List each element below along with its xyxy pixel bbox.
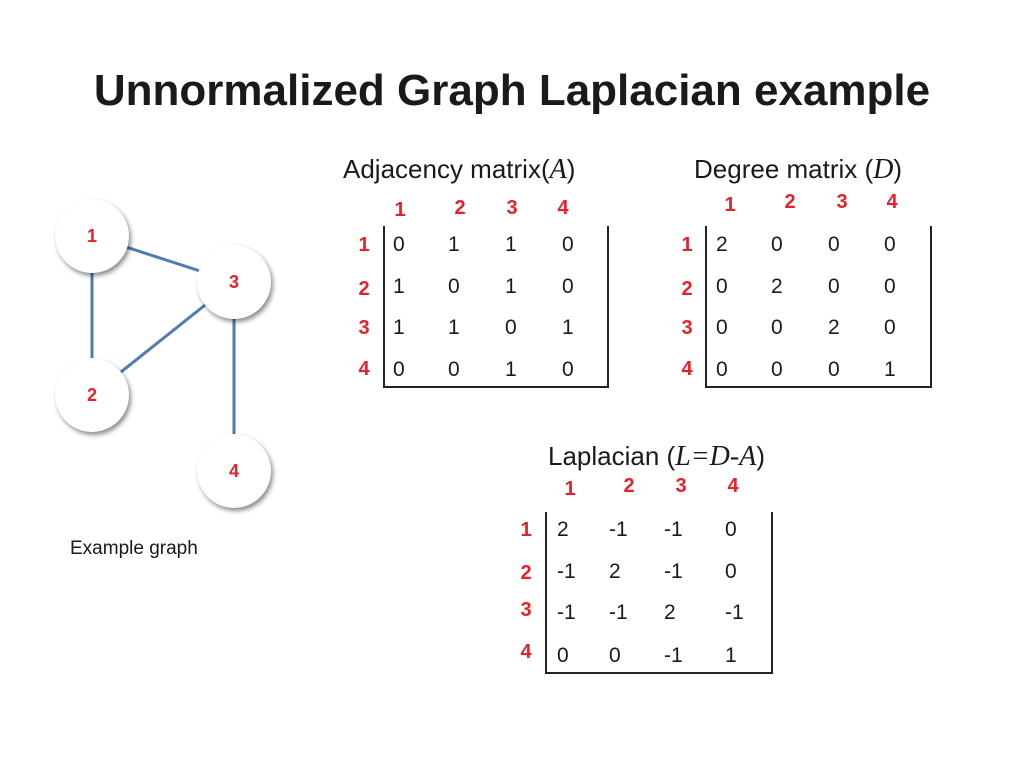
matrix-cell: 0 bbox=[609, 644, 621, 667]
matrix-cell: 2 bbox=[609, 560, 621, 583]
matrix-cell: 0 bbox=[884, 275, 896, 298]
node-label: 2 bbox=[86, 384, 97, 405]
matrix-cell: 0 bbox=[562, 275, 574, 298]
matrix-cell: 0 bbox=[716, 316, 728, 339]
title-suffix: ) bbox=[566, 154, 576, 184]
matrix-cell: 0 bbox=[828, 233, 840, 256]
matrix-cell: 0 bbox=[771, 316, 783, 339]
matrix-cell: 0 bbox=[771, 233, 783, 256]
column-index-label: 3 bbox=[675, 475, 687, 497]
degree-title: Degree matrix (D) bbox=[694, 154, 902, 186]
matrix-cell: 1 bbox=[505, 233, 517, 256]
matrix-cell: 2 bbox=[716, 233, 728, 256]
matrix-cell: 0 bbox=[725, 560, 737, 583]
matrix-cell: -1 bbox=[664, 644, 683, 667]
matrix-cell: -1 bbox=[609, 518, 628, 541]
matrix-cell: 0 bbox=[448, 275, 460, 298]
matrix-cell: 1 bbox=[562, 316, 574, 339]
degree-matrix-frame bbox=[705, 226, 932, 388]
column-index-label: 1 bbox=[724, 194, 736, 216]
matrix-cell: 1 bbox=[884, 358, 896, 381]
title-symbol: D bbox=[873, 154, 894, 185]
column-index-label: 3 bbox=[836, 191, 848, 213]
title-prefix: Degree matrix ( bbox=[694, 154, 874, 184]
matrix-cell: -1 bbox=[609, 601, 628, 624]
graph-node-1: 1 bbox=[55, 199, 129, 273]
column-index-label: 4 bbox=[727, 475, 739, 497]
row-index-label: 3 bbox=[520, 599, 532, 621]
matrix-cell: 1 bbox=[505, 275, 517, 298]
matrix-cell: 2 bbox=[664, 601, 676, 624]
matrix-cell: 0 bbox=[771, 358, 783, 381]
row-index-label: 1 bbox=[358, 234, 370, 256]
node-label: 3 bbox=[228, 271, 239, 292]
column-index-label: 2 bbox=[454, 197, 466, 219]
matrix-cell: 0 bbox=[562, 358, 574, 381]
column-index-label: 2 bbox=[784, 191, 796, 213]
matrix-cell: 0 bbox=[562, 233, 574, 256]
matrix-cell: 0 bbox=[828, 275, 840, 298]
laplacian-matrix-frame bbox=[545, 512, 773, 674]
row-index-label: 2 bbox=[520, 562, 532, 584]
column-index-label: 1 bbox=[564, 478, 576, 500]
row-index-label: 4 bbox=[358, 358, 370, 380]
matrix-cell: 0 bbox=[884, 233, 896, 256]
row-index-label: 2 bbox=[358, 278, 370, 300]
matrix-cell: 0 bbox=[505, 316, 517, 339]
matrix-cell: 1 bbox=[505, 358, 517, 381]
matrix-cell: -1 bbox=[557, 560, 576, 583]
matrix-cell: 0 bbox=[393, 358, 405, 381]
column-index-label: 3 bbox=[506, 197, 518, 219]
row-index-label: 4 bbox=[681, 358, 693, 380]
title-suffix: ) bbox=[756, 441, 765, 471]
node-label: 1 bbox=[86, 225, 97, 246]
matrix-cell: -1 bbox=[725, 601, 744, 624]
row-index-label: 3 bbox=[358, 317, 370, 339]
matrix-cell: 0 bbox=[393, 233, 405, 256]
matrix-cell: 1 bbox=[725, 644, 737, 667]
graph-caption: Example graph bbox=[70, 538, 198, 559]
matrix-cell: 0 bbox=[448, 358, 460, 381]
matrix-cell: 1 bbox=[448, 233, 460, 256]
matrix-cell: 0 bbox=[828, 358, 840, 381]
row-index-label: 1 bbox=[520, 519, 532, 541]
graph-node-3: 3 bbox=[197, 245, 271, 319]
title-symbol: A bbox=[549, 154, 567, 185]
column-index-label: 2 bbox=[623, 475, 635, 497]
node-label: 4 bbox=[228, 460, 239, 481]
matrix-cell: 2 bbox=[771, 275, 783, 298]
title-suffix: ) bbox=[893, 154, 903, 184]
matrix-cell: 0 bbox=[884, 316, 896, 339]
matrix-cell: -1 bbox=[664, 518, 683, 541]
matrix-cell: 1 bbox=[448, 316, 460, 339]
graph-node-4: 4 bbox=[197, 434, 271, 508]
column-index-label: 1 bbox=[394, 199, 406, 221]
row-index-label: 3 bbox=[681, 317, 693, 339]
matrix-cell: 0 bbox=[716, 358, 728, 381]
title-prefix: Laplacian ( bbox=[548, 441, 676, 471]
row-index-label: 1 bbox=[681, 234, 693, 256]
matrix-cell: -1 bbox=[557, 601, 576, 624]
column-index-label: 4 bbox=[886, 191, 898, 213]
matrix-cell: 2 bbox=[557, 518, 569, 541]
adjacency-matrix-frame bbox=[383, 226, 609, 388]
row-index-label: 2 bbox=[681, 278, 693, 300]
matrix-cell: 1 bbox=[393, 316, 405, 339]
title-prefix: Adjacency matrix( bbox=[343, 154, 550, 184]
graph-node-2: 2 bbox=[55, 358, 129, 432]
matrix-cell: 0 bbox=[716, 275, 728, 298]
adjacency-title: Adjacency matrix(A) bbox=[343, 154, 575, 186]
laplacian-title: Laplacian (L=D-A) bbox=[548, 441, 765, 473]
column-index-label: 4 bbox=[557, 197, 569, 219]
matrix-cell: 1 bbox=[393, 275, 405, 298]
title-symbol: L=D-A bbox=[675, 441, 757, 472]
matrix-cell: 0 bbox=[725, 518, 737, 541]
matrix-cell: 0 bbox=[557, 644, 569, 667]
matrix-cell: -1 bbox=[664, 560, 683, 583]
matrix-cell: 2 bbox=[828, 316, 840, 339]
row-index-label: 4 bbox=[520, 641, 532, 663]
